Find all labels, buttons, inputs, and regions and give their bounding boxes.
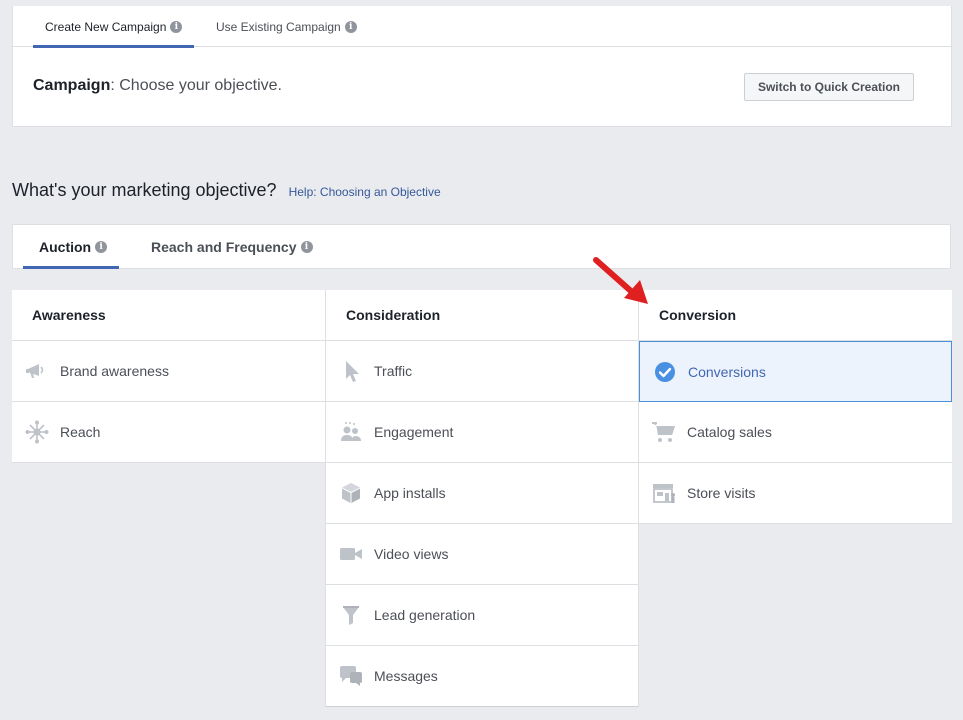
info-icon[interactable]: i <box>344 20 357 33</box>
objective-label: Brand awareness <box>60 363 169 379</box>
campaign-subtitle: Choose your objective. <box>114 77 282 94</box>
objective-engagement[interactable]: Engagement <box>326 402 638 463</box>
objective-label: App installs <box>374 485 446 501</box>
objective-label: Reach <box>60 424 101 440</box>
help-choosing-objective-link[interactable]: Help: Choosing an Objective <box>289 185 441 199</box>
tab-reach-and-frequency-label: Reach and Frequency <box>151 239 297 255</box>
conversion-header: Conversion <box>639 290 952 341</box>
funnel-icon <box>338 602 364 628</box>
objective-video-views[interactable]: Video views <box>326 524 638 585</box>
storefront-icon <box>651 480 677 506</box>
objective-catalog-sales[interactable]: Catalog sales <box>639 402 952 463</box>
objective-label: Conversions <box>688 363 766 380</box>
reach-icon <box>24 419 50 445</box>
chat-bubbles-icon <box>338 663 364 689</box>
campaign-card: Create New Campaign i Use Existing Campa… <box>12 6 952 127</box>
awareness-header: Awareness <box>12 290 325 341</box>
objective-traffic[interactable]: Traffic <box>326 341 638 402</box>
campaign-tabs: Create New Campaign i Use Existing Campa… <box>13 6 951 48</box>
tab-create-new-campaign[interactable]: Create New Campaign i <box>33 6 195 48</box>
buying-type-tabs: Auction i Reach and Frequency i <box>12 224 951 269</box>
objective-label: Lead generation <box>374 607 476 623</box>
checkmark-circle-icon <box>652 359 678 385</box>
objective-label: Engagement <box>374 424 454 440</box>
switch-to-quick-creation-button[interactable]: Switch to Quick Creation <box>743 73 914 101</box>
cursor-icon <box>338 358 364 384</box>
objective-reach[interactable]: Reach <box>12 402 325 463</box>
objective-label: Traffic <box>374 363 413 379</box>
shopping-cart-icon <box>651 419 677 445</box>
megaphone-icon <box>24 358 50 384</box>
objective-question: What's your marketing objective? <box>12 180 277 200</box>
info-icon[interactable]: i <box>170 20 183 33</box>
tab-reach-and-frequency[interactable]: Reach and Frequency i <box>151 225 313 269</box>
objective-store-visits[interactable]: Store visits <box>639 463 952 524</box>
people-icon <box>338 419 364 445</box>
red-arrow-annotation <box>593 257 648 304</box>
conversion-column: Conversion Conversions Catalog sales Sto… <box>639 290 952 524</box>
objective-label: Messages <box>374 668 438 684</box>
objective-conversions[interactable]: Conversions <box>639 341 952 402</box>
campaign-label: Campaign <box>33 77 111 94</box>
objective-label: Store visits <box>687 485 756 501</box>
tab-use-existing-campaign-label: Use Existing Campaign <box>216 19 341 34</box>
tab-use-existing-campaign[interactable]: Use Existing Campaign i <box>216 6 357 47</box>
objective-label: Video views <box>374 546 449 562</box>
objective-messages[interactable]: Messages <box>326 646 638 707</box>
tab-auction-label: Auction <box>39 239 92 255</box>
info-icon[interactable]: i <box>95 241 108 253</box>
objective-heading: What's your marketing objective? Help: C… <box>12 180 441 201</box>
campaign-objective-prompt: Campaign: Choose your objective. <box>33 76 282 96</box>
objective-label: Catalog sales <box>687 424 772 440</box>
consideration-column: Consideration Traffic Engagement App ins… <box>325 290 639 707</box>
box-icon <box>338 480 364 506</box>
video-camera-icon <box>338 541 364 567</box>
objective-app-installs[interactable]: App installs <box>326 463 638 524</box>
info-icon[interactable]: i <box>300 241 313 253</box>
objective-lead-generation[interactable]: Lead generation <box>326 585 638 646</box>
tab-auction[interactable]: Auction i <box>22 225 120 269</box>
awareness-column: Awareness Brand awareness Reach <box>12 290 325 463</box>
tab-create-new-campaign-label: Create New Campaign <box>45 19 167 34</box>
objective-brand-awareness[interactable]: Brand awareness <box>12 341 325 402</box>
